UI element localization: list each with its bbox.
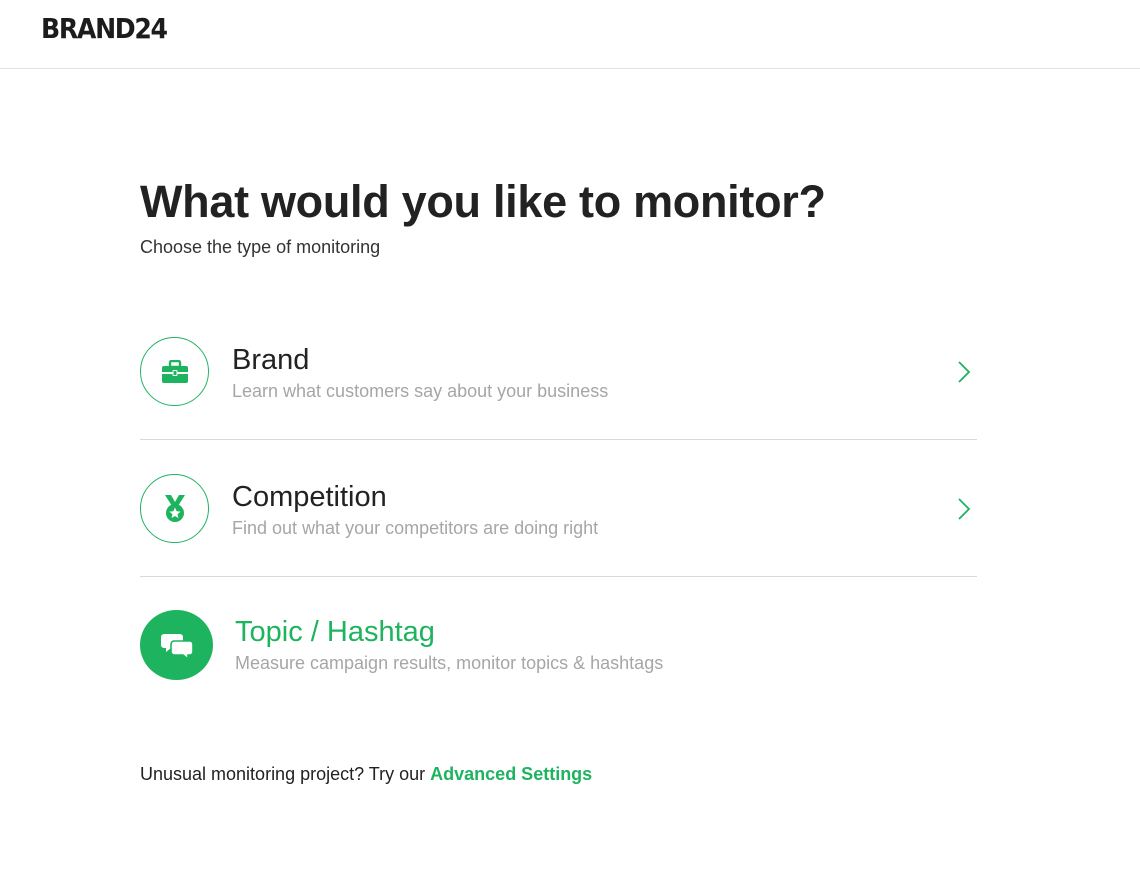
- advanced-settings-link[interactable]: Advanced Settings: [430, 764, 592, 784]
- briefcase-icon: [140, 337, 209, 406]
- chevron-right-icon: [958, 498, 971, 520]
- footer-prefix: Unusual monitoring project? Try our: [140, 764, 426, 784]
- page-header: What would you like to monitor? Choose t…: [140, 175, 977, 258]
- medal-icon: [140, 474, 209, 543]
- option-competition[interactable]: Competition Find out what your competito…: [140, 440, 977, 577]
- top-bar: BRAND24: [0, 0, 1140, 69]
- option-brand[interactable]: Brand Learn what customers say about you…: [140, 303, 977, 440]
- monitoring-type-list: Brand Learn what customers say about you…: [140, 303, 977, 714]
- page-subtitle: Choose the type of monitoring: [140, 237, 381, 257]
- option-description: Find out what your competitors are doing…: [232, 518, 599, 538]
- option-title: Topic / Hashtag: [235, 616, 435, 648]
- option-description: Learn what customers say about your busi…: [232, 381, 609, 401]
- option-title: Competition: [232, 481, 387, 513]
- option-title: Brand: [232, 344, 310, 376]
- brand24-logo[interactable]: BRAND24: [41, 12, 168, 45]
- page-title: What would you like to monitor?: [140, 176, 826, 227]
- chevron-right-icon: [958, 361, 971, 383]
- chat-bubbles-icon: [140, 610, 213, 680]
- advanced-settings-note: Unusual monitoring project? Try our Adva…: [140, 764, 592, 785]
- option-topic-hashtag[interactable]: Topic / Hashtag Measure campaign results…: [140, 577, 977, 714]
- option-description: Measure campaign results, monitor topics…: [235, 653, 664, 673]
